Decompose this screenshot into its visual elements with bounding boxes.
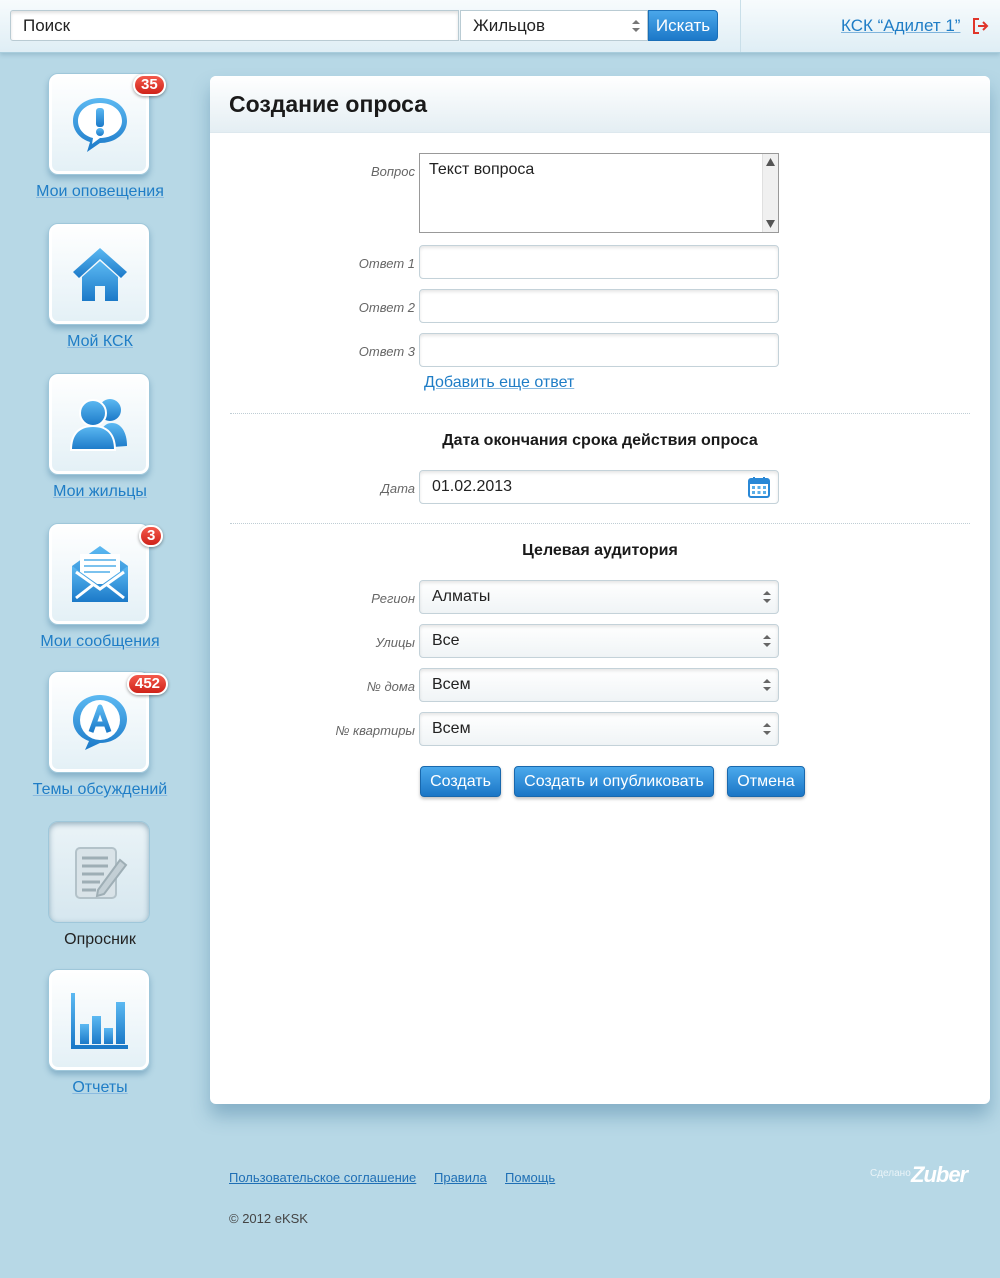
answer-3-input[interactable] xyxy=(419,333,779,367)
search-button[interactable]: Искать xyxy=(648,10,718,41)
messages-count-badge: 3 xyxy=(139,525,164,547)
region-value: Алматы xyxy=(432,588,491,605)
bar-chart-icon xyxy=(71,993,128,1049)
select-arrows-icon xyxy=(632,20,640,32)
answer-2-input[interactable] xyxy=(419,289,779,323)
create-button[interactable]: Создать xyxy=(420,766,501,797)
alert-bubble-icon xyxy=(73,98,127,152)
calendar-icon[interactable] xyxy=(748,476,770,498)
deadline-section-title: Дата окончания срока действия опроса xyxy=(442,432,758,449)
region-select[interactable]: Алматы xyxy=(419,580,779,614)
topbar-divider xyxy=(740,0,741,52)
divider xyxy=(230,523,970,524)
sidebar-item-my-residents[interactable] xyxy=(48,373,150,475)
search-input[interactable]: Поиск xyxy=(10,10,459,41)
sidebar-item-label[interactable]: Темы обсуждений xyxy=(0,781,200,799)
cancel-button[interactable]: Отмена xyxy=(727,766,805,797)
house-number-value: Всем xyxy=(432,676,471,693)
apartment-number-select[interactable]: Всем xyxy=(419,712,779,746)
zuber-logo[interactable]: Zuber xyxy=(911,1162,968,1188)
sidebar-item-label[interactable]: Отчеты xyxy=(0,1079,200,1097)
made-by-text: Сделано xyxy=(870,1168,911,1179)
house-number-label: № дома xyxy=(366,679,415,694)
audience-section-title: Целевая аудитория xyxy=(522,542,678,559)
scroll-down-icon[interactable] xyxy=(766,220,775,228)
envelope-icon xyxy=(72,546,128,602)
streets-value: Все xyxy=(432,632,460,649)
sidebar-item-my-messages[interactable] xyxy=(48,523,150,625)
date-input[interactable]: 01.02.2013 xyxy=(419,470,779,504)
home-icon xyxy=(73,248,127,301)
select-arrows-icon xyxy=(763,679,771,691)
sidebar-item-label[interactable]: Мои оповещения xyxy=(0,183,200,201)
house-number-select[interactable]: Всем xyxy=(419,668,779,702)
sidebar-item-reports[interactable] xyxy=(48,969,150,1071)
region-label: Регион xyxy=(371,591,415,606)
user-agreement-link[interactable]: Пользовательское соглашение xyxy=(229,1170,416,1185)
copyright: © 2012 eKSK xyxy=(229,1211,308,1226)
page-title: Создание опроса xyxy=(229,91,427,117)
answer-3-label: Ответ 3 xyxy=(358,344,415,359)
question-scrollbar[interactable] xyxy=(762,154,778,232)
add-answer-link[interactable]: Добавить еще ответ xyxy=(424,374,574,392)
select-arrows-icon xyxy=(763,635,771,647)
sidebar-item-label[interactable]: Мой КСК xyxy=(0,333,200,351)
apartment-number-value: Всем xyxy=(432,720,471,737)
answer-2-label: Ответ 2 xyxy=(358,300,415,315)
select-arrows-icon xyxy=(763,591,771,603)
question-textarea[interactable]: Текст вопроса xyxy=(419,153,779,233)
streets-select[interactable]: Все xyxy=(419,624,779,658)
sidebar-item-label[interactable]: Опросник xyxy=(0,931,200,949)
survey-icon xyxy=(75,847,128,899)
logout-icon[interactable] xyxy=(972,17,990,35)
top-bar: Поиск Жильцов Искать КСК “Адилет 1” xyxy=(0,0,1000,53)
create-and-publish-button[interactable]: Создать и опубликовать xyxy=(514,766,714,797)
question-label: Вопрос xyxy=(370,164,415,179)
search-scope-value: Жильцов xyxy=(473,16,546,35)
search-scope-select[interactable]: Жильцов xyxy=(460,10,648,41)
streets-label: Улицы xyxy=(375,635,415,650)
discussion-bubble-icon xyxy=(73,695,127,750)
sidebar-item-my-ksk[interactable] xyxy=(48,223,150,325)
sidebar-item-label[interactable]: Мои сообщения xyxy=(0,633,200,651)
apartment-number-label: № квартиры xyxy=(335,723,415,738)
alerts-count-badge: 35 xyxy=(133,74,166,96)
rules-link[interactable]: Правила xyxy=(434,1170,487,1185)
select-arrows-icon xyxy=(763,723,771,735)
ksk-link[interactable]: КСК “Адилет 1” xyxy=(841,16,960,36)
answer-1-input[interactable] xyxy=(419,245,779,279)
sidebar-item-label[interactable]: Мои жильцы xyxy=(0,483,200,501)
answer-1-label: Ответ 1 xyxy=(358,256,415,271)
date-value: 01.02.2013 xyxy=(432,478,513,495)
sidebar-item-survey[interactable] xyxy=(48,821,150,923)
question-text: Текст вопроса xyxy=(429,161,535,178)
help-link[interactable]: Помощь xyxy=(505,1170,555,1185)
discussions-count-badge: 452 xyxy=(127,673,169,695)
scroll-up-icon[interactable] xyxy=(766,158,775,166)
divider xyxy=(230,413,970,414)
date-label: Дата xyxy=(380,481,415,496)
create-survey-panel: Создание опроса Вопрос Текст вопроса Отв… xyxy=(210,76,990,1104)
users-icon xyxy=(70,399,127,451)
